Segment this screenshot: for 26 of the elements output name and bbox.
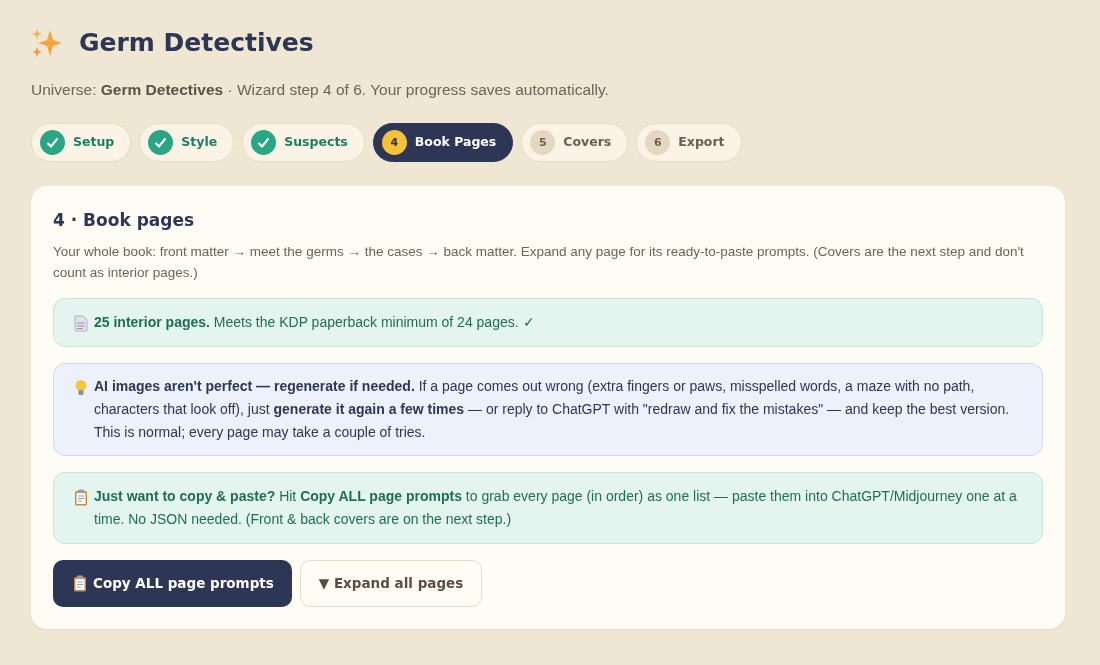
step-tab[interactable]: 4 Book Pages [372,123,514,163]
sparkles-icon [31,28,63,58]
subtitle: Universe: Germ Detectives · Wizard step 4 of 6. Your progress saves automatically. [31,80,610,100]
step-tab[interactable]: 6 Export [636,123,742,163]
expand-button[interactable]: ▼ Expand all pages [299,560,483,607]
clipboard-icon [73,575,87,592]
step-tab[interactable]: 5 Covers [521,123,629,163]
page-title: Germ Detectives [79,28,314,58]
check-icon [148,130,174,156]
clipboard-icon [74,489,88,507]
check-icon [40,130,65,156]
notice-text: Just want to copy & paste? Hit Copy ALL page prompts to grab every page (in order) as one list — paste them into ChatGPT/Midjourney one at a time. No JSON needed. (Front & back covers are on the next step.) [94,487,1018,530]
step-tab[interactable]: Style [139,123,235,163]
step-number: 6 [645,130,671,156]
panel-title: 4 · Book pages [53,210,196,231]
copy-prompts-button[interactable]: Copy ALL page prompts [53,560,292,607]
notice-text: 25 interior pages. Meets the KDP paperback minimum of 24 pages. ✓ [94,312,535,332]
step-number: 4 [381,130,407,156]
step-tab[interactable]: Suspects [242,123,365,163]
notice-text: AI images aren't perfect — regenerate if needed. If a page comes out wrong (extra fingers or paws, misspelled words, a maze with no path, characters that look off), just generate it again a few times — or reply to ChatGPT with "redraw and fix the mistakes" — and keep the best version. This is normal; every page may take a couple of tries. [94,376,1011,443]
document-icon [74,314,88,332]
step-tab[interactable]: Setup [31,123,132,163]
lightbulb-icon [74,378,88,397]
panel-description: Your whole book: front matter → meet the germs → the cases → back matter. Expand any page for its ready-to-paste prompts. (Covers are the next step and don't count as interior pages.) [53,242,1025,283]
check-icon [251,130,277,156]
step-number: 5 [530,130,556,156]
